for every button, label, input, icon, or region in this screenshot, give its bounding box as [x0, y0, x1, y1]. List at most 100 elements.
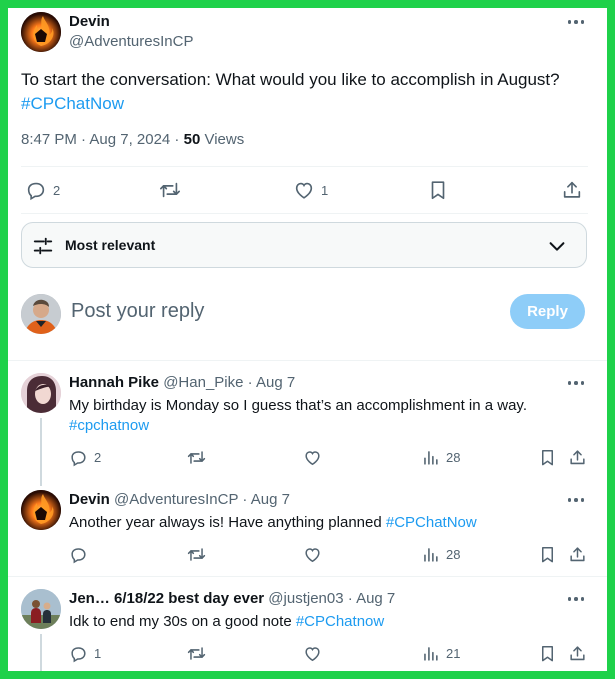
reply-action[interactable]	[69, 545, 94, 564]
repost-icon	[160, 182, 180, 198]
reply-body: My birthday is Monday so I guess that’s …	[69, 397, 527, 414]
reply-hashtag[interactable]: #CPChatnow	[296, 613, 384, 630]
thread-line	[40, 634, 42, 671]
share-action[interactable]	[568, 448, 587, 467]
views-action[interactable]: 28	[421, 448, 460, 467]
more-options-icon[interactable]	[565, 592, 587, 606]
reply-avatar[interactable]	[21, 373, 61, 413]
reply-author-meta[interactable]: @AdventuresInCP · Aug 7	[114, 491, 290, 508]
more-options-icon[interactable]	[565, 493, 587, 507]
bookmark-icon	[541, 450, 554, 466]
reply-button[interactable]: Reply	[510, 294, 585, 329]
bookmark-action[interactable]	[427, 179, 449, 201]
like-action[interactable]: 1	[293, 179, 328, 201]
author-name[interactable]: Devin	[69, 13, 110, 30]
heart-icon	[305, 647, 320, 662]
divider	[21, 166, 588, 167]
analytics-icon	[424, 647, 438, 661]
reply-author-meta[interactable]: @justjen03 · Aug 7	[268, 590, 395, 607]
divider	[8, 360, 607, 361]
reply-count: 2	[53, 182, 61, 198]
reply-header: Devin @AdventuresInCP · Aug 7	[69, 491, 290, 508]
reply-input[interactable]: Post your reply	[71, 300, 204, 323]
reply-header: Jen… 6/18/22 best day ever @justjen03 · …	[69, 590, 395, 607]
sliders-icon	[33, 237, 53, 255]
share-action[interactable]	[561, 179, 583, 201]
heart-icon	[305, 548, 320, 563]
views-label: Views	[200, 131, 245, 148]
reply-body: Another year always is! Have anything pl…	[69, 514, 386, 531]
share-icon	[563, 181, 581, 198]
reply-avatar[interactable]	[21, 490, 61, 530]
reply-action[interactable]: 1	[69, 644, 101, 663]
reply-author-name[interactable]: Devin	[69, 491, 110, 508]
repost-action[interactable]	[187, 644, 206, 663]
reply-icon	[71, 548, 86, 564]
reply-action[interactable]: 2	[69, 448, 101, 467]
like-action[interactable]	[303, 545, 322, 564]
reply-author-name[interactable]: Jen… 6/18/22 best day ever	[69, 590, 264, 607]
repost-icon	[187, 451, 206, 464]
repost-action[interactable]	[159, 179, 181, 201]
analytics-icon	[424, 451, 438, 465]
heart-icon	[305, 451, 320, 466]
reply-hashtag[interactable]: #cpchatnow	[69, 417, 149, 434]
author-handle[interactable]: @AdventuresInCP	[69, 33, 193, 50]
views-count: 28	[446, 450, 461, 465]
reply-text: Another year always is! Have anything pl…	[69, 513, 589, 533]
post-time[interactable]: 8:47 PM · Aug 7, 2024 ·	[21, 131, 184, 148]
bookmark-icon	[431, 181, 445, 200]
reply-count: 1	[94, 646, 102, 661]
bookmark-action[interactable]	[538, 644, 557, 663]
bookmark-action[interactable]	[538, 448, 557, 467]
bookmark-action[interactable]	[538, 545, 557, 564]
reply-icon	[27, 182, 45, 201]
user-avatar[interactable]	[21, 294, 61, 334]
reply-header: Hannah Pike @Han_Pike · Aug 7	[69, 374, 295, 391]
heart-icon	[295, 182, 313, 199]
post-body: To start the conversation: What would yo…	[21, 70, 560, 89]
share-action[interactable]	[568, 644, 587, 663]
analytics-icon	[424, 548, 438, 562]
bookmark-icon	[541, 646, 554, 662]
views-count: 21	[446, 646, 461, 661]
share-action[interactable]	[568, 545, 587, 564]
reply-text: My birthday is Monday so I guess that’s …	[69, 396, 589, 436]
reply-avatar[interactable]	[21, 589, 61, 629]
divider	[21, 213, 588, 214]
reply-body: Idk to end my 30s on a good note	[69, 613, 296, 630]
views-action[interactable]: 21	[421, 644, 460, 663]
share-icon	[570, 646, 585, 661]
repost-icon	[187, 548, 206, 561]
post-meta: 8:47 PM · Aug 7, 2024 · 50 Views	[21, 131, 244, 148]
reply-icon	[71, 647, 86, 663]
repost-icon	[187, 647, 206, 660]
post-frame: Devin @AdventuresInCP To start the conve…	[8, 8, 607, 671]
views-count: 50	[183, 131, 201, 148]
chevron-down-icon	[549, 242, 565, 251]
reply-count: 2	[94, 450, 102, 465]
sort-dropdown[interactable]: Most relevant	[21, 222, 587, 268]
share-icon	[570, 450, 585, 465]
reply-author-name[interactable]: Hannah Pike	[69, 374, 159, 391]
author-avatar[interactable]	[21, 12, 61, 52]
reply-action[interactable]: 2	[25, 179, 60, 201]
divider	[8, 576, 607, 577]
bookmark-icon	[541, 547, 554, 563]
repost-action[interactable]	[187, 448, 206, 467]
post-text: To start the conversation: What would yo…	[21, 68, 596, 116]
post-hashtag[interactable]: #CPChatNow	[21, 94, 124, 113]
views-action[interactable]: 28	[421, 545, 460, 564]
reply-icon	[71, 451, 86, 467]
like-action[interactable]	[303, 644, 322, 663]
reply-hashtag[interactable]: #CPChatNow	[386, 514, 477, 531]
like-count: 1	[321, 182, 329, 198]
repost-action[interactable]	[187, 545, 206, 564]
thread-line	[40, 418, 42, 486]
more-options-icon[interactable]	[565, 376, 587, 390]
sort-label: Most relevant	[65, 237, 156, 253]
like-action[interactable]	[303, 448, 322, 467]
views-count: 28	[446, 547, 461, 562]
more-options-icon[interactable]	[565, 15, 587, 29]
reply-author-meta[interactable]: @Han_Pike · Aug 7	[163, 374, 295, 391]
